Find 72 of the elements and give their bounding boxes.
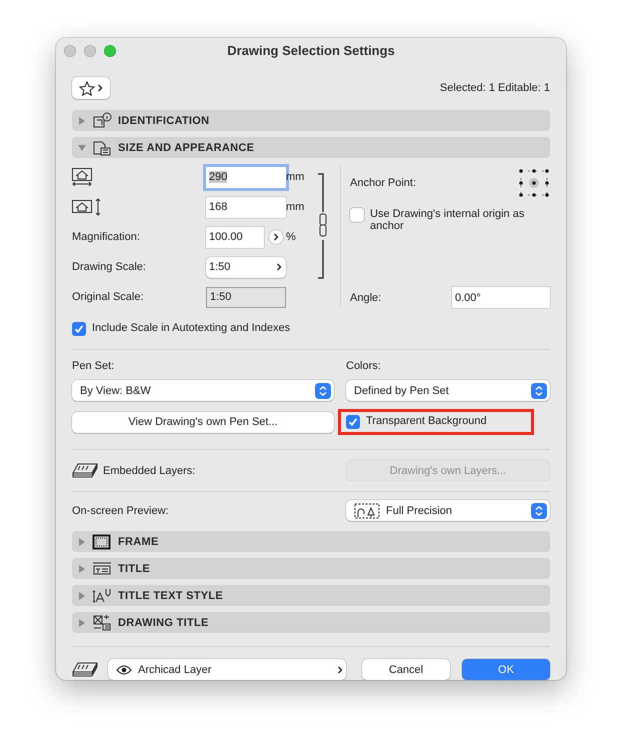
frame-icon <box>92 533 112 550</box>
section-header[interactable]: TITLE TEXT STYLE <box>72 585 550 606</box>
cancel-button[interactable]: Cancel <box>362 659 450 680</box>
chevron-icon <box>97 84 103 92</box>
unit-label: mm <box>286 201 304 213</box>
chevron-icon <box>273 233 279 241</box>
view-pen-set-button[interactable]: View Drawing's own Pen Set... <box>72 412 334 432</box>
section-header[interactable]: SIZE AND APPEARANCE <box>72 137 550 158</box>
angle-label: Angle: <box>350 292 382 304</box>
preview-label: On-screen Preview: <box>72 504 170 516</box>
checkbox[interactable] <box>72 322 86 336</box>
pen-set-label: Pen Set: <box>72 360 116 372</box>
anchor-grid-icon[interactable] <box>518 168 550 198</box>
checkbox-label[interactable]: Transparent Background <box>346 415 487 429</box>
layers-icon <box>72 662 98 678</box>
title-text-style-icon <box>92 587 112 604</box>
drawing-scale-popup[interactable]: 1:50 <box>206 256 286 278</box>
pen-set-select[interactable]: By View: B&W <box>72 380 334 401</box>
unit-label: % <box>286 231 296 243</box>
section-header[interactable]: TITLE <box>72 558 550 579</box>
preview-select[interactable]: Full Precision <box>346 500 550 521</box>
window-title: Drawing Selection Settings <box>227 43 395 58</box>
anchor-point-label: Anchor Point: <box>350 177 416 189</box>
checkbox[interactable] <box>350 208 364 222</box>
checkbox[interactable] <box>346 415 360 429</box>
chevron-button[interactable] <box>269 230 283 244</box>
checkbox-label[interactable]: Include Scale in Autotexting and Indexes <box>72 322 550 336</box>
stepper-icon <box>531 382 547 398</box>
original-scale-label: Original Scale: <box>72 291 144 303</box>
height-field[interactable]: 168 <box>206 196 286 218</box>
chevron-icon <box>337 666 343 674</box>
unit-label: mm <box>286 171 304 183</box>
size-and-appearance-icon <box>92 139 112 156</box>
selection-info: Selected: 1 Editable: 1 <box>440 82 550 94</box>
section-header[interactable]: DRAWING TITLE <box>72 612 550 633</box>
favorites-button[interactable] <box>72 77 110 99</box>
disclosure-triangle-icon[interactable] <box>78 618 86 626</box>
layers-icon <box>72 462 98 478</box>
drawing-scale-label: Drawing Scale: <box>72 261 146 273</box>
minimize-button[interactable] <box>84 45 96 57</box>
stepper-icon <box>531 502 547 518</box>
height-icon <box>72 198 101 216</box>
original-scale-field: 1:50 <box>206 286 286 308</box>
disclosure-triangle-icon[interactable] <box>78 564 86 572</box>
disclosure-triangle-icon[interactable] <box>78 116 86 124</box>
checkbox-label[interactable]: Use Drawing's internal origin as anchor <box>350 208 540 232</box>
section-header[interactable]: IDENTIFICATION <box>72 110 550 131</box>
eye-icon <box>116 664 132 674</box>
colors-select[interactable]: Defined by Pen Set <box>346 380 550 401</box>
magnification-label: Magnification: <box>72 231 140 243</box>
identification-icon <box>92 112 112 129</box>
disclosure-triangle-icon[interactable] <box>78 144 86 152</box>
width-icon <box>72 168 92 186</box>
angle-field[interactable]: 0.00° <box>452 287 550 308</box>
zoom-button[interactable] <box>104 45 116 57</box>
layer-select[interactable]: Archicad Layer <box>108 659 346 680</box>
ok-button[interactable]: OK <box>462 659 550 680</box>
close-button[interactable] <box>64 45 76 57</box>
magnification-field[interactable]: 100.00 <box>206 226 264 248</box>
embedded-layers-label: Embedded Layers: <box>103 464 196 476</box>
link-bracket-icon <box>316 172 328 282</box>
disclosure-triangle-icon[interactable] <box>78 592 86 600</box>
section-header[interactable]: FRAME <box>72 531 550 552</box>
preview-icon <box>354 502 380 518</box>
colors-label: Colors: <box>346 360 382 372</box>
drawing-title-icon <box>92 614 112 631</box>
width-field[interactable]: 290 <box>206 166 286 188</box>
chevron-icon <box>276 263 282 271</box>
star-icon <box>79 80 95 96</box>
stepper-icon <box>315 382 331 398</box>
disclosure-triangle-icon[interactable] <box>78 538 86 546</box>
title-icon <box>92 560 112 577</box>
